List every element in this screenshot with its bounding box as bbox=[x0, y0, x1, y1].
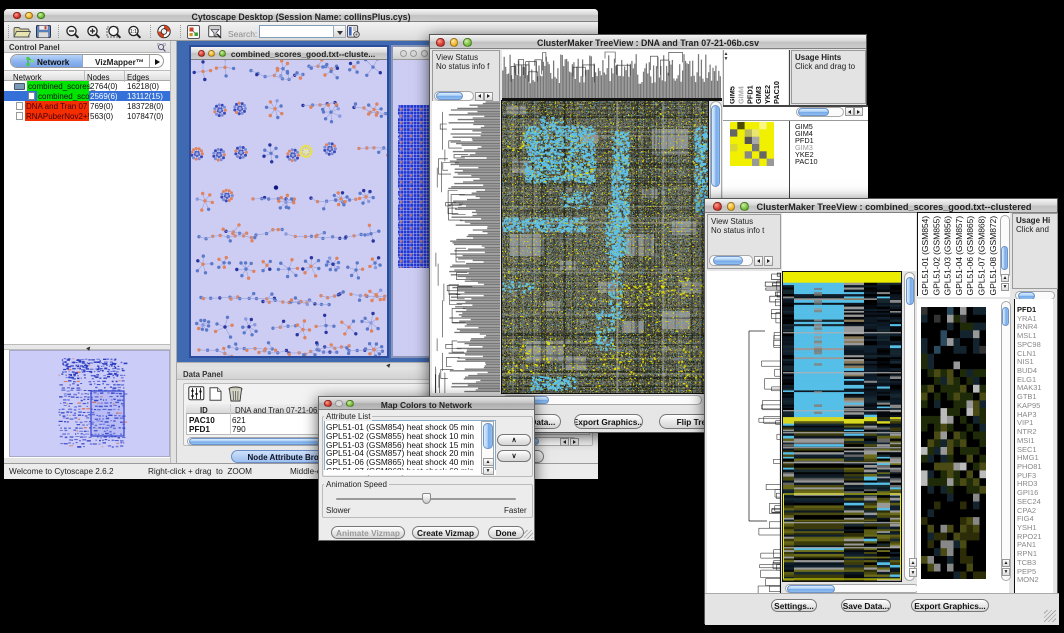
svg-text:1:1: 1:1 bbox=[130, 29, 137, 35]
svg-text:GIM4: GIM4 bbox=[736, 85, 745, 104]
svg-text:GPL51-03 (GSM856): GPL51-03 (GSM856) bbox=[943, 216, 953, 296]
svg-text:GPL51-06 (GSM865): GPL51-06 (GSM865) bbox=[965, 216, 975, 296]
svg-text:PAC10: PAC10 bbox=[772, 81, 781, 104]
svg-text:GIM3: GIM3 bbox=[754, 86, 763, 104]
svg-text:GPL51-02 (GSM855): GPL51-02 (GSM855) bbox=[931, 216, 941, 296]
svg-text:YKE2: YKE2 bbox=[763, 85, 772, 104]
svg-text:GPL51-01 (GSM854): GPL51-01 (GSM854) bbox=[920, 216, 930, 296]
svg-text:GPL51-04 (GSM857): GPL51-04 (GSM857) bbox=[954, 216, 964, 296]
svg-text:GPL51-08 (GSM872): GPL51-08 (GSM872) bbox=[988, 216, 998, 296]
svg-text:PFD1: PFD1 bbox=[745, 85, 754, 104]
svg-text:GPL51-07 (GSM868): GPL51-07 (GSM868) bbox=[977, 216, 987, 296]
